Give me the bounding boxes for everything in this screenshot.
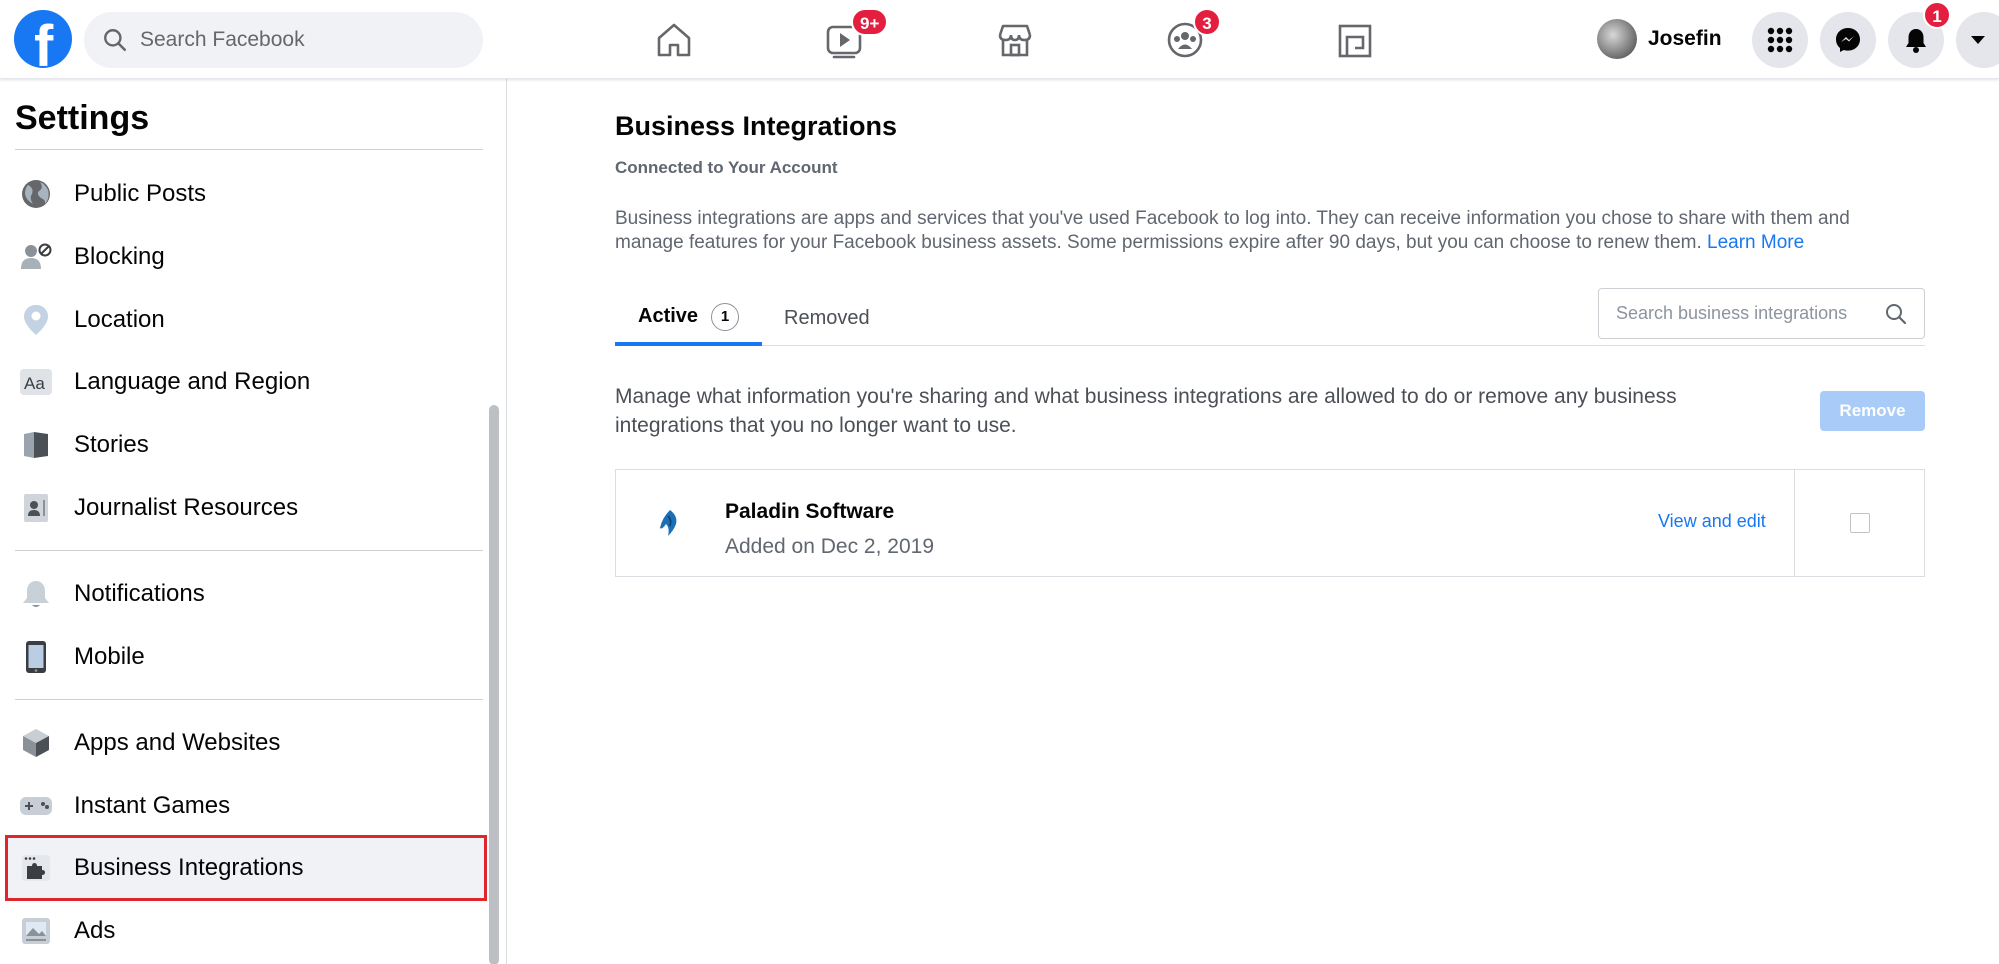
tab-count-badge: 1 [711,302,740,331]
location-pin-icon [18,302,54,338]
divider [15,699,483,700]
sidebar-item-apps-and-websites[interactable]: Apps and Websites [5,712,487,774]
sidebar-item-label: Mobile [74,643,145,670]
page-subtitle: Connected to Your Account [615,158,838,177]
sidebar-item-notifications[interactable]: Notifications [5,563,487,625]
profile-button[interactable]: Josefin [1597,18,1722,60]
search-placeholder: Search business integrations [1616,303,1848,323]
search-placeholder: Search Facebook [140,28,305,51]
sidebar-item-label: Business Integrations [74,854,304,881]
sidebar-item-label: Stories [74,431,149,458]
home-icon[interactable] [652,18,696,62]
sidebar-item-blocking[interactable]: Blocking [5,226,487,288]
phone-icon [18,639,54,675]
tab-label: Removed [784,307,870,329]
integration-name: Paladin Software [725,500,895,523]
sidebar-item-label: Blocking [74,243,165,270]
divider [15,550,483,551]
sidebar-item-language-and-region[interactable]: Aa Language and Region [5,351,487,413]
view-and-edit-link[interactable]: View and edit [1658,511,1766,532]
avatar [1597,19,1637,59]
sidebar-item-business-integrations[interactable]: Business Integrations [5,835,487,901]
id-card-icon [18,490,54,526]
sidebar-item-label: Notifications [74,580,205,607]
sidebar-item-mobile[interactable]: Mobile [5,626,487,688]
language-icon: Aa [18,364,54,400]
watch-badge: 9+ [851,8,889,36]
integration-row: Paladin Software Added on Dec 2, 2019 Vi… [615,469,1925,577]
sidebar-item-instant-games[interactable]: Instant Games [5,775,487,837]
cube-icon [18,725,54,761]
settings-title: Settings [15,99,150,137]
messenger-button[interactable] [1820,12,1876,68]
sidebar-item-label: Journalist Resources [74,494,299,521]
notifications-badge: 1 [1923,1,1951,29]
sidebar-item-label: Instant Games [74,792,231,819]
facebook-logo[interactable]: f [14,10,72,68]
remove-button[interactable]: Remove [1820,391,1925,431]
sidebar-item-label: Public Posts [74,180,207,207]
messenger-icon [1836,28,1860,52]
top-navigation-bar: f Search Facebook 9+ 3 Josefin 1 [0,0,1999,79]
description-text: Business integrations are apps and servi… [615,207,1905,255]
sidebar-item-label: Language and Region [74,368,311,395]
integration-select-checkbox[interactable] [1850,513,1870,533]
search-facebook-input[interactable]: Search Facebook [84,12,483,68]
page-title: Business Integrations [615,111,898,141]
settings-sidebar: Settings Public Posts Blocking Location … [0,79,507,964]
sidebar-item-label: Apps and Websites [74,729,281,756]
ad-image-icon [18,913,54,949]
integration-added-date: Added on Dec 2, 2019 [725,535,934,558]
globe-icon [18,176,54,212]
game-controller-icon [18,788,54,824]
search-icon [1886,303,1907,324]
menu-grid-button[interactable] [1752,12,1808,68]
divider [15,149,483,150]
book-icon [18,427,54,463]
sidebar-item-journalist-resources[interactable]: Journalist Resources [5,477,487,539]
sidebar-item-label: Location [74,306,165,333]
tab-active[interactable]: Active 1 [615,291,762,346]
grid-menu-icon [1767,27,1793,53]
manage-info-text: Manage what information you're sharing a… [615,385,1677,437]
divider [1794,470,1795,576]
paladin-logo-icon [660,510,677,536]
tab-label: Active [638,305,699,327]
sidebar-item-public-posts[interactable]: Public Posts [5,163,487,225]
search-icon [104,29,127,52]
caret-down-icon [1971,36,1985,44]
sidebar-item-stories[interactable]: Stories [5,414,487,476]
puzzle-window-icon [18,850,54,886]
logo-letter: f [34,14,54,69]
learn-more-link[interactable]: Learn More [1707,232,1804,253]
sidebar-item-label: Ads [74,917,116,944]
sidebar-scrollbar[interactable] [489,405,499,964]
groups-badge: 3 [1193,8,1221,36]
sidebar-item-location[interactable]: Location [5,289,487,351]
marketplace-icon[interactable] [993,18,1037,62]
profile-name: Josefin [1648,27,1722,50]
description-body: Business integrations are apps and servi… [615,208,1850,253]
tab-removed[interactable]: Removed [784,291,870,346]
account-menu-button[interactable] [1956,12,1999,68]
sidebar-item-ads[interactable]: Ads [5,900,487,962]
search-business-integrations-input[interactable]: Search business integrations [1598,288,1925,339]
bell-icon [1906,29,1926,53]
gaming-icon[interactable] [1333,18,1377,62]
bell-icon [18,576,54,612]
svg-text:Aa: Aa [24,374,45,393]
blocked-user-icon [18,239,54,275]
